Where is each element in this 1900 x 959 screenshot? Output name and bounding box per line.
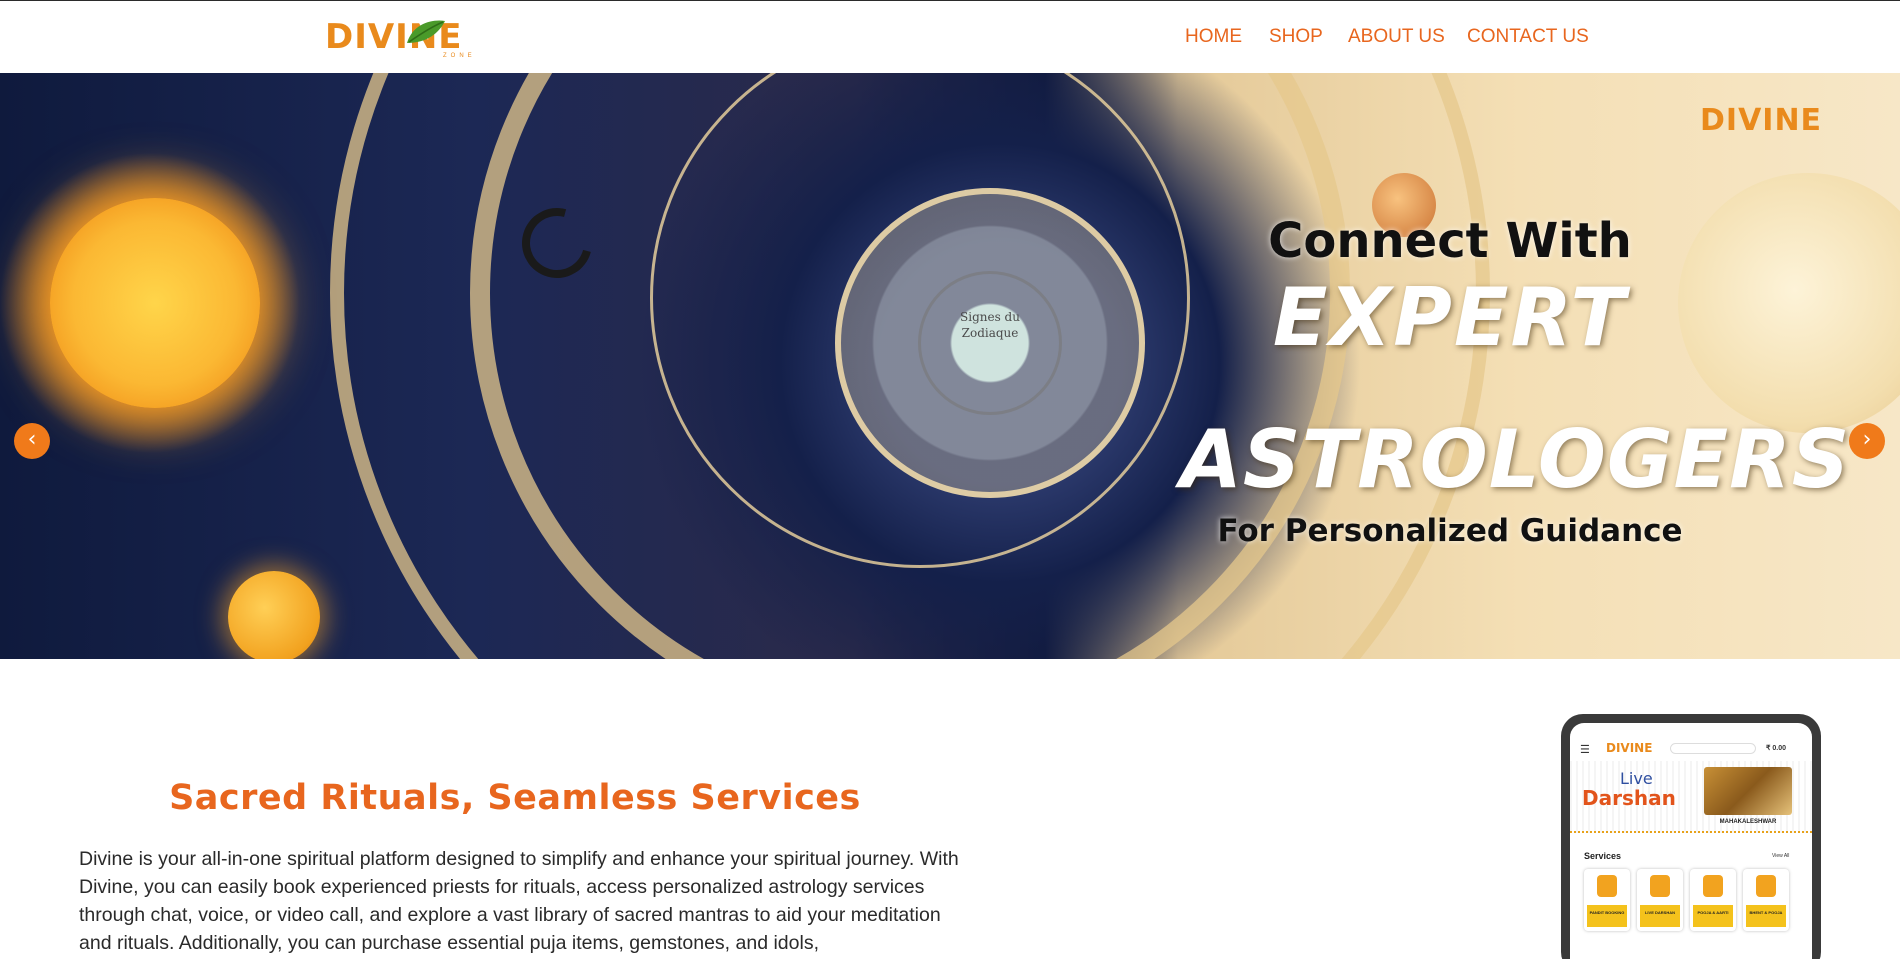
service-card: LIVE DARSHAN bbox=[1637, 869, 1683, 931]
temple-image bbox=[1704, 767, 1792, 815]
dial-label: Signes du Zodiaque bbox=[960, 310, 1020, 340]
services-heading: Services bbox=[1584, 851, 1622, 861]
camera-icon bbox=[1650, 875, 1670, 897]
view-all-link: View All bbox=[1772, 853, 1790, 859]
service-label: LIVE DARSHAN bbox=[1640, 905, 1680, 927]
service-card: POOJA & AARTI bbox=[1690, 869, 1736, 931]
pandit-icon bbox=[1597, 875, 1617, 897]
darshan-label: Darshan bbox=[1582, 786, 1676, 810]
site-header: DIVINE ZONE HOME SHOP ABOUT US CONTACT U… bbox=[0, 1, 1900, 73]
pooja-basket-icon bbox=[1756, 875, 1776, 897]
hero-logo-text: DIVINE bbox=[1700, 103, 1823, 138]
hero-highlight-1: EXPERT bbox=[1272, 271, 1628, 364]
section-description: Divine is your all-in-one spiritual plat… bbox=[79, 848, 959, 954]
hero-logo: DIVINE bbox=[1700, 103, 1840, 147]
planet-image bbox=[228, 571, 320, 659]
service-label: PANDIT BOOKING bbox=[1587, 905, 1627, 927]
nav-home[interactable]: HOME bbox=[1185, 26, 1242, 48]
site-logo[interactable]: DIVINE ZONE bbox=[325, 15, 490, 59]
hero-heading: Connect With bbox=[1268, 213, 1632, 269]
section-title: Sacred Rituals, Seamless Services bbox=[169, 778, 861, 818]
hero-carousel: Signes du Zodiaque DIVINE Connect With E… bbox=[0, 73, 1900, 659]
app-phone-mockup: ☰ DIVINE ₹ 0.00 Live Darshan MAHAKALESHW… bbox=[1561, 714, 1821, 959]
zodiac-dial-center bbox=[918, 271, 1062, 415]
nav-about-us[interactable]: ABOUT US bbox=[1348, 26, 1445, 48]
service-label: BHENT & POOJA bbox=[1746, 905, 1786, 927]
carousel-next-button[interactable]: › bbox=[1849, 423, 1885, 459]
phone-search-bar bbox=[1670, 743, 1756, 754]
aarti-icon bbox=[1703, 875, 1723, 897]
nav-shop[interactable]: SHOP bbox=[1269, 26, 1323, 48]
logo-subtext: ZONE bbox=[443, 53, 476, 59]
phone-cart-total: ₹ 0.00 bbox=[1766, 745, 1787, 752]
nav-contact-us[interactable]: CONTACT US bbox=[1467, 26, 1589, 48]
hero-subheading: For Personalized Guidance bbox=[1217, 513, 1683, 549]
hamburger-menu-icon: ☰ bbox=[1580, 744, 1590, 756]
sun-zodiac-image bbox=[50, 198, 260, 408]
moon-image bbox=[1678, 173, 1900, 433]
temple-name: MAHAKALESHWAR bbox=[1719, 819, 1777, 825]
phone-screen: ☰ DIVINE ₹ 0.00 Live Darshan MAHAKALESHW… bbox=[1570, 723, 1812, 959]
leaf-icon bbox=[407, 20, 445, 43]
service-label: POOJA & AARTI bbox=[1693, 905, 1733, 927]
service-card: PANDIT BOOKING bbox=[1584, 869, 1630, 931]
service-card: BHENT & POOJA bbox=[1743, 869, 1789, 931]
phone-logo: DIVINE bbox=[1606, 741, 1653, 755]
carousel-prev-button[interactable]: ‹ bbox=[14, 423, 50, 459]
hero-highlight-2: ASTROLOGERS bbox=[1180, 413, 1851, 506]
